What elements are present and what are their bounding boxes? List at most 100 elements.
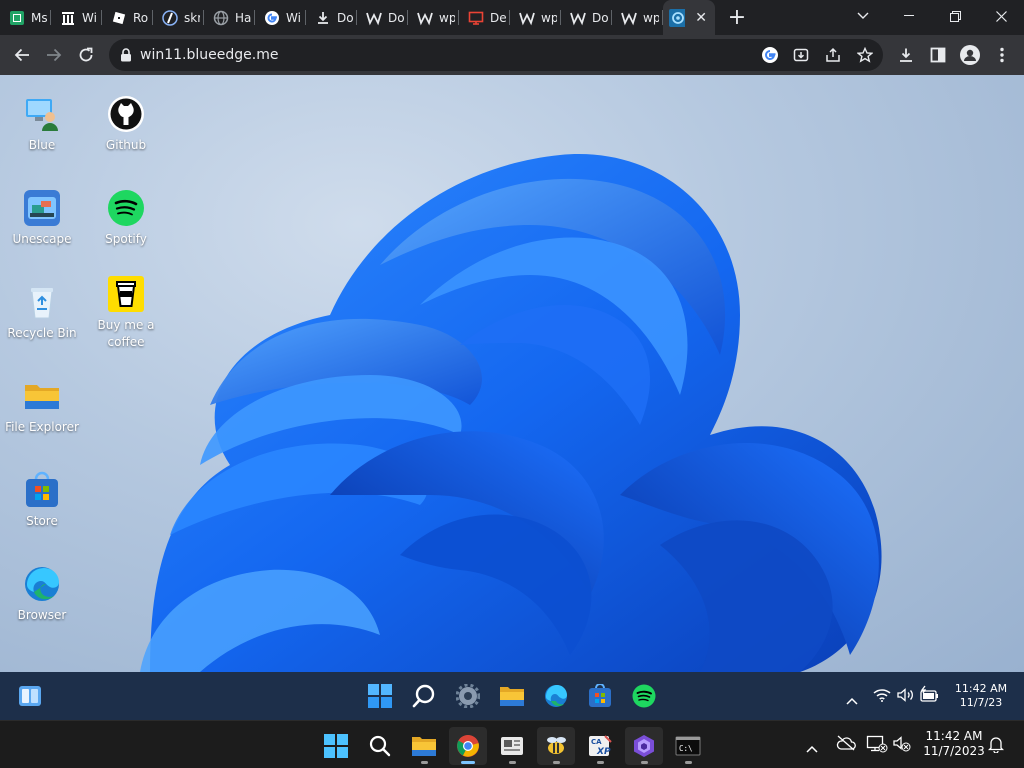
tab-1[interactable]: Ms — [0, 0, 51, 35]
desktop-icon-recycle-bin[interactable]: Recycle Bin — [0, 283, 84, 342]
browser-toolbar: win11.blueedge.me — [0, 35, 1024, 75]
host-calc-xp-button[interactable]: CA XP — [581, 727, 619, 765]
host-start-button[interactable] — [317, 727, 355, 765]
svg-text:C:\: C:\ — [679, 744, 693, 753]
battery-button[interactable] — [920, 685, 940, 707]
cloud-off-icon — [836, 735, 856, 751]
host-network-button[interactable] — [866, 735, 888, 757]
bookmark-star-icon[interactable] — [857, 47, 873, 63]
menu-button[interactable] — [986, 39, 1018, 71]
tab-2[interactable]: Wi — [51, 0, 102, 35]
side-panel-button[interactable] — [922, 39, 954, 71]
restore-button[interactable] — [932, 0, 978, 32]
edge-icon — [545, 685, 567, 707]
desktop-icon-spotify[interactable]: Spotify — [84, 189, 168, 248]
install-app-icon[interactable] — [793, 47, 809, 63]
file-explorer-button[interactable] — [496, 680, 528, 712]
tab-11[interactable]: wp — [510, 0, 561, 35]
reload-button[interactable] — [70, 39, 102, 71]
volume-muted-icon — [893, 736, 911, 752]
folder-icon — [23, 377, 61, 415]
spotify-button[interactable] — [628, 680, 660, 712]
running-indicator — [461, 761, 475, 764]
desktop-icon-label: Buy me a coffee — [97, 318, 155, 349]
host-taskbar: CA XP C:\ 11:42 AM 11/7/2023 — [0, 720, 1024, 768]
tab-10[interactable]: De — [459, 0, 510, 35]
battery-charging-icon — [920, 685, 938, 702]
volume-button[interactable] — [897, 687, 915, 706]
share-icon[interactable] — [825, 47, 841, 63]
show-hidden-icons-button[interactable] — [846, 690, 858, 709]
host-chrome-button[interactable] — [449, 727, 487, 765]
tab-7[interactable]: Do — [306, 0, 357, 35]
host-terminal-button[interactable]: C:\ — [669, 727, 707, 765]
back-button[interactable] — [6, 39, 38, 71]
close-tab-icon[interactable]: ✕ — [695, 10, 707, 26]
wifi-button[interactable] — [873, 687, 891, 706]
host-search-button[interactable] — [361, 727, 399, 765]
desktop-icon-blue[interactable]: Blue — [0, 95, 84, 154]
close-window-button[interactable] — [978, 0, 1024, 32]
widgets-icon — [19, 686, 41, 706]
desktop-icon-coffee[interactable]: Buy me a coffee — [84, 275, 168, 351]
tab-3[interactable]: Ro — [102, 0, 153, 35]
host-onedrive-button[interactable] — [836, 735, 856, 755]
inner-clock[interactable]: 11:42 AM 11/7/23 — [948, 682, 1014, 710]
minimize-button[interactable] — [886, 0, 932, 32]
profile-button[interactable] — [954, 39, 986, 71]
edge-icon — [23, 565, 61, 603]
tab-12[interactable]: Do — [561, 0, 612, 35]
tab-title: skr — [184, 10, 200, 25]
host-file-explorer-button[interactable] — [405, 727, 443, 765]
start-button[interactable] — [364, 680, 396, 712]
host-hidden-icons-button[interactable] — [806, 738, 818, 757]
settings-button[interactable] — [452, 680, 484, 712]
forward-button[interactable] — [38, 39, 70, 71]
tab-4[interactable]: skr — [153, 0, 204, 35]
archive-icon — [60, 10, 76, 26]
google-lens-icon[interactable] — [761, 46, 779, 64]
hexagon-app-icon — [634, 735, 654, 757]
host-visual-studio-button[interactable] — [625, 727, 663, 765]
tab-search-button[interactable] — [840, 0, 886, 32]
host-volume-button[interactable] — [893, 736, 911, 756]
tab-8[interactable]: Do — [357, 0, 408, 35]
desktop-icon-unescape[interactable]: Unescape — [0, 189, 84, 248]
desktop-icon-browser[interactable]: Browser — [0, 565, 84, 624]
sheet-icon — [9, 10, 25, 26]
tab-6[interactable]: Wi — [255, 0, 306, 35]
bell-icon — [987, 737, 1005, 754]
address-bar[interactable]: win11.blueedge.me — [109, 39, 883, 71]
url-text[interactable]: win11.blueedge.me — [140, 47, 278, 63]
tab-active[interactable]: ✕ — [663, 0, 715, 35]
web-desktop[interactable]: Blue Github Unescape Spotify Recycle Bin… — [0, 75, 1024, 672]
web-desktop-taskbar: 11:42 AM 11/7/23 — [0, 672, 1024, 720]
new-tab-button[interactable]: + — [723, 4, 751, 32]
host-news-button[interactable] — [493, 727, 531, 765]
globe-icon — [213, 10, 229, 26]
running-indicator — [641, 761, 648, 764]
host-app-bee-button[interactable] — [537, 727, 575, 765]
spotify-icon — [107, 189, 145, 227]
host-clock[interactable]: 11:42 AM 11/7/2023 — [918, 729, 990, 759]
desktop-icon-github[interactable]: Github — [84, 95, 168, 154]
search-button[interactable] — [408, 680, 440, 712]
desktop-icon-store[interactable]: Store — [0, 471, 84, 530]
terminal-icon: C:\ — [675, 736, 701, 756]
feather-icon — [162, 9, 178, 26]
edge-button[interactable] — [540, 680, 572, 712]
close-icon — [995, 10, 1007, 22]
tab-5[interactable]: Ha — [204, 0, 255, 35]
tab-9[interactable]: wp — [408, 0, 459, 35]
reload-icon — [79, 47, 93, 62]
store-icon — [589, 684, 611, 707]
volume-icon — [897, 688, 913, 702]
tab-title: Wi — [82, 10, 97, 25]
downloads-button[interactable] — [890, 39, 922, 71]
google-icon — [264, 10, 280, 26]
tab-13[interactable]: wp — [612, 0, 663, 35]
widgets-button[interactable] — [14, 680, 46, 712]
desktop-icon-file-explorer[interactable]: File Explorer — [0, 377, 84, 436]
host-notifications-button[interactable] — [987, 735, 1005, 757]
store-button[interactable] — [584, 680, 616, 712]
